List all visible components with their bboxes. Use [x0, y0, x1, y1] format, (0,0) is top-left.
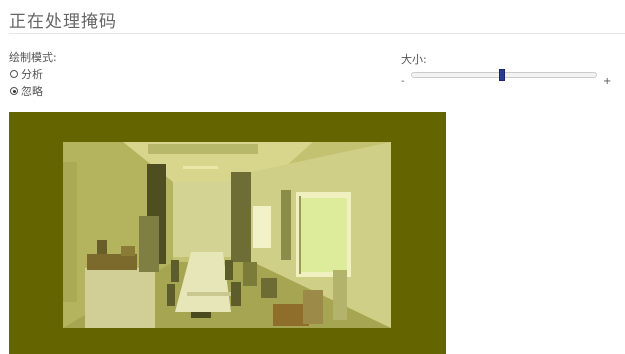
mask-canvas[interactable]	[9, 112, 446, 354]
camera-image	[63, 142, 391, 328]
radio-checked-icon[interactable]	[10, 87, 18, 95]
draw-mode-option-analyze[interactable]: 分析	[10, 66, 43, 82]
draw-mode-label: 绘制模式:	[9, 51, 57, 64]
size-slider[interactable]	[411, 69, 597, 81]
radio-unchecked-icon[interactable]	[10, 70, 18, 78]
size-min-label: -	[401, 76, 405, 87]
draw-mode-option-label: 忽略	[21, 85, 43, 98]
title-divider	[9, 33, 625, 34]
size-max-label: +	[603, 76, 612, 87]
page-title: 正在处理掩码	[9, 12, 117, 32]
size-label: 大小:	[401, 53, 427, 66]
draw-mode-option-label: 分析	[21, 68, 43, 81]
size-slider-thumb[interactable]	[499, 69, 506, 81]
draw-mode-option-ignore[interactable]: 忽略	[10, 83, 43, 99]
